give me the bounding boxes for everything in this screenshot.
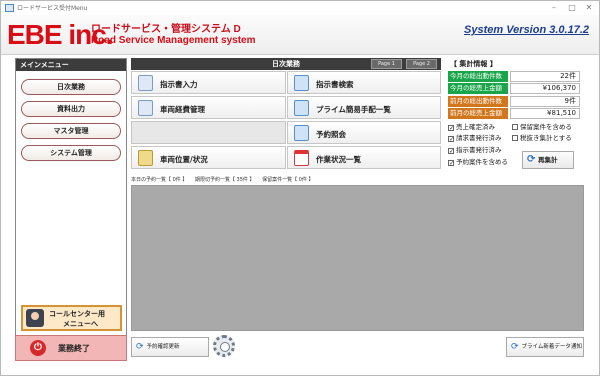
tile-label: 作業状況一覧 — [316, 155, 361, 164]
stat-value: ¥106,370 — [510, 83, 580, 94]
tile-instruction-input[interactable]: 指示書入力 — [131, 71, 286, 94]
document-edit-icon — [138, 75, 153, 91]
document-search-icon — [294, 125, 309, 141]
maximize-button[interactable]: □ — [564, 2, 580, 14]
stat-value: ¥81,510 — [510, 108, 580, 119]
stat-label: 前月の総出動件数 — [448, 96, 508, 107]
main-menu-sidebar: メインメニュー 日次業務 資料出力 マスタ管理 システム管理 コールセンター用 … — [15, 58, 127, 361]
sidebar-item-master-management[interactable]: マスタ管理 — [21, 123, 121, 139]
stat-label: 今月の総出動件数 — [448, 71, 508, 82]
reservation-list-area[interactable] — [131, 185, 584, 331]
checkbox-label: 予約案件を含める — [456, 158, 508, 166]
sidebar-item-system-management[interactable]: システム管理 — [21, 145, 121, 161]
title-bar: ロードサービス受付Menu – □ ✕ — [1, 1, 599, 15]
document-search-icon — [294, 100, 309, 116]
tile-reservation-inquiry[interactable]: 予約照会 — [287, 121, 441, 144]
checkbox-invoice-issued[interactable]: ✓ 請求書発行済み — [448, 132, 502, 143]
app-icon — [5, 4, 14, 12]
tile-label: 予約照会 — [316, 130, 346, 139]
checkbox-label: 請求書発行済み — [456, 134, 502, 142]
system-version-link[interactable]: System Version 3.0.17.2 — [464, 24, 589, 36]
tile-label: プライム簡易手配一覧 — [316, 105, 391, 114]
daily-work-title: 日次業務 — [272, 60, 300, 68]
document-search-icon — [294, 75, 309, 91]
calendar-icon — [294, 150, 309, 166]
checkbox-label: 保留案件を含める — [520, 123, 572, 131]
stat-row-last-month-sales: 前月の総売上金額 ¥81,510 — [448, 108, 580, 119]
tile-vehicle-position[interactable]: 車両位置/状況 — [131, 146, 286, 169]
checkbox-include-pending[interactable]: 保留案件を含める — [512, 121, 572, 131]
gear-icon[interactable] — [213, 335, 235, 357]
product-name: ロードサービス・管理システム D — [91, 24, 241, 35]
sidebar-item-document-output[interactable]: 資料出力 — [21, 101, 121, 117]
refresh-icon: ⟳ — [136, 342, 144, 352]
tile-work-status[interactable]: 作業状況一覧 — [287, 146, 441, 169]
checkbox-sales-confirmed[interactable]: ✓ 売上確定済み — [448, 121, 495, 132]
reservation-refresh-label: 予約確認更新 — [146, 344, 180, 350]
operator-icon — [26, 309, 44, 327]
tab-today-reservations[interactable]: 本日の予約一覧【 0件 】 — [131, 177, 187, 183]
prime-new-data-label: プライム新着データ通知 — [521, 344, 582, 350]
stat-row-this-month-sales: 今月の総売上金額 ¥106,370 — [448, 83, 580, 94]
power-icon: ⏻ — [30, 340, 46, 356]
checkbox-tax-excluded[interactable]: 税抜き集計とする — [512, 132, 572, 142]
sidebar-title: メインメニュー — [16, 59, 126, 71]
logo-subtitle: Road Service Management system — [91, 35, 256, 46]
recalculate-label: 再集計 — [538, 156, 558, 164]
checkbox-label: 売上確定済み — [456, 123, 495, 131]
summary-panel: 【 集計情報 】 今月の総出動件数 22件 今月の総売上金額 ¥106,370 … — [444, 58, 584, 174]
app-window: ロードサービス受付Menu – □ ✕ EBE inc. ロードサービス・管理シ… — [0, 0, 600, 376]
summary-title: 【 集計情報 】 — [450, 60, 497, 68]
page-1-button[interactable]: Page 1 — [371, 59, 402, 69]
reservation-refresh-button[interactable]: ⟳ 予約確認更新 — [131, 337, 209, 357]
minimize-button[interactable]: – — [546, 2, 562, 14]
callcenter-label-line2: メニューへ — [63, 320, 98, 328]
checkbox-box: ✓ — [448, 125, 455, 132]
app-header: EBE inc. ロードサービス・管理システム D Road Service M… — [1, 15, 599, 55]
stat-row-this-month-count: 今月の総出動件数 22件 — [448, 71, 580, 82]
tile-label: 指示書検索 — [316, 80, 354, 89]
checkbox-instruction-issued[interactable]: ✓ 指示書発行済み — [448, 144, 502, 155]
close-button[interactable]: ✕ — [581, 2, 597, 14]
sidebar-item-daily-work[interactable]: 日次業務 — [21, 79, 121, 95]
checkbox-include-reservations[interactable]: ✓ 予約案件を含める — [448, 156, 508, 167]
end-work-button[interactable]: ⏻ 業務終了 — [15, 335, 127, 361]
checkbox-box — [512, 124, 518, 130]
stat-label: 今月の総売上金額 — [448, 83, 508, 94]
refresh-icon: ⟳ — [511, 342, 519, 352]
recalculate-button[interactable]: ⟳ 再集計 — [522, 151, 574, 169]
checkbox-box: ✓ — [448, 136, 455, 143]
tab-pending-cases[interactable]: 保留案件一覧【 0件 】 — [262, 177, 313, 183]
callcenter-menu-button[interactable]: コールセンター用 メニューへ — [21, 305, 122, 331]
tile-vehicle-expense[interactable]: 車両経費管理 — [131, 96, 286, 119]
tile-instruction-search[interactable]: 指示書検索 — [287, 71, 441, 94]
vehicle-map-icon — [138, 150, 153, 166]
stat-label: 前月の総売上金額 — [448, 108, 508, 119]
tab-expired-reservations[interactable]: 期限切予約一覧【 35件 】 — [195, 177, 255, 183]
checkbox-label: 指示書発行済み — [456, 146, 502, 154]
tile-label: 車両経費管理 — [160, 105, 205, 114]
reservation-list-tabs: 本日の予約一覧【 0件 】 期限切予約一覧【 35件 】 保留案件一覧【 0件 … — [131, 176, 584, 185]
checkbox-box: ✓ — [448, 160, 455, 167]
stat-value: 9件 — [510, 96, 580, 107]
tile-label: 車両位置/状況 — [160, 155, 208, 164]
end-work-label: 業務終了 — [58, 344, 90, 353]
checkbox-box: ✓ — [448, 148, 455, 155]
checkbox-box — [512, 135, 518, 141]
callcenter-label-line1: コールセンター用 — [49, 310, 105, 318]
tile-empty — [131, 121, 286, 144]
stat-value: 22件 — [510, 71, 580, 82]
checkbox-label: 税抜き集計とする — [520, 134, 572, 142]
prime-new-data-button[interactable]: ⟳ プライム新着データ通知 — [506, 337, 584, 357]
tile-prime-simple-arrangement[interactable]: プライム簡易手配一覧 — [287, 96, 441, 119]
document-edit-icon — [138, 100, 153, 116]
daily-work-header: 日次業務 Page 1 Page 2 — [131, 58, 441, 70]
page-2-button[interactable]: Page 2 — [406, 59, 437, 69]
refresh-icon: ⟳ — [527, 154, 536, 165]
stat-row-last-month-count: 前月の総出動件数 9件 — [448, 96, 580, 107]
tile-label: 指示書入力 — [160, 80, 198, 89]
window-title: ロードサービス受付Menu — [17, 5, 88, 12]
